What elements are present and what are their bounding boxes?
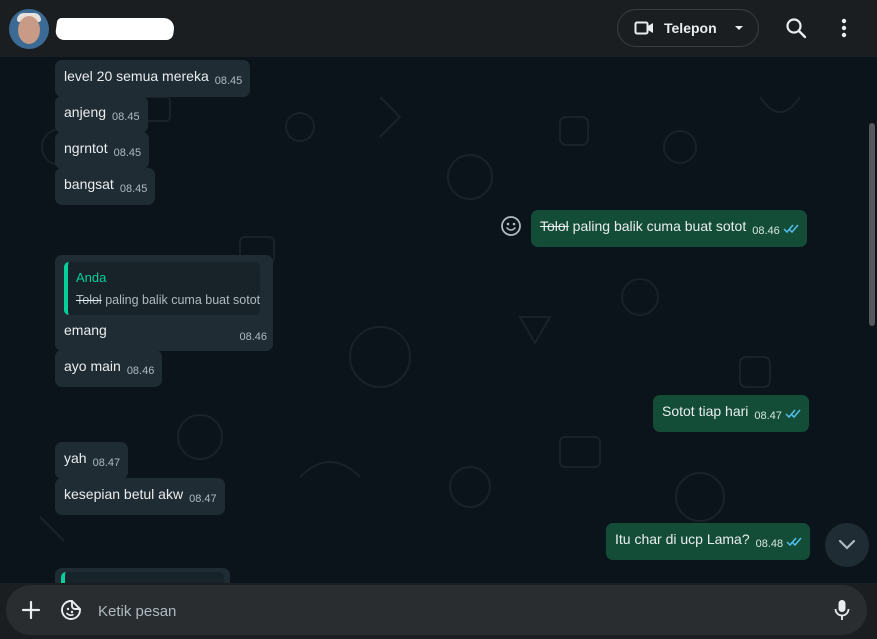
incoming-reply-message[interactable]: Anda Tolol paling balik cuma buat sotot … bbox=[55, 255, 273, 351]
message-input[interactable] bbox=[96, 598, 800, 624]
call-button[interactable]: Telepon bbox=[617, 9, 759, 47]
message-time: 08.45 bbox=[112, 111, 140, 123]
sticker-icon[interactable] bbox=[59, 598, 83, 622]
contact-avatar[interactable] bbox=[9, 9, 49, 49]
message-time: 08.47 bbox=[92, 457, 121, 469]
more-vertical-icon[interactable] bbox=[832, 16, 856, 40]
quoted-rest-text: paling balik cuma buat sotot bbox=[101, 293, 261, 307]
read-ticks-icon bbox=[785, 405, 801, 424]
message-time: 08.46 bbox=[126, 365, 155, 377]
message-text: yah bbox=[64, 450, 87, 466]
message-time: 08.45 bbox=[113, 147, 142, 159]
read-ticks-icon bbox=[783, 220, 799, 239]
quoted-message bbox=[61, 572, 224, 583]
chat-header: Telepon bbox=[0, 0, 877, 57]
contact-name-redaction[interactable] bbox=[54, 18, 176, 40]
incoming-message[interactable]: yah 08.47 bbox=[55, 442, 129, 479]
message-text: ayo main bbox=[64, 358, 121, 374]
search-icon[interactable] bbox=[784, 16, 808, 40]
incoming-message[interactable]: ngrntot 08.45 bbox=[55, 132, 150, 169]
incoming-message[interactable]: anjeng 08.45 bbox=[55, 96, 148, 133]
quoted-text: Tolol paling balik cuma buat sotot bbox=[76, 291, 260, 310]
chevron-down-icon bbox=[733, 24, 745, 32]
message-text: kesepian betul akw bbox=[64, 486, 184, 502]
microphone-icon[interactable] bbox=[830, 598, 854, 622]
outgoing-message[interactable]: Itu char di ucp Lama? 08.48 bbox=[606, 523, 811, 560]
scroll-to-bottom-button[interactable] bbox=[825, 523, 869, 567]
message-text: ngrntot bbox=[64, 140, 108, 156]
outgoing-message[interactable]: Tolol paling balik cuma buat sotot 08.46 bbox=[531, 210, 807, 247]
quoted-message[interactable]: Anda Tolol paling balik cuma buat sotot bbox=[64, 262, 260, 315]
message-time: 08.45 bbox=[214, 75, 243, 87]
message-strike-text: Tolol bbox=[540, 218, 569, 234]
incoming-reply-message-partial[interactable] bbox=[55, 568, 230, 583]
outgoing-message[interactable]: Sotot tiap hari 08.47 bbox=[653, 395, 809, 432]
plus-icon[interactable] bbox=[19, 598, 43, 622]
incoming-message[interactable]: kesepian betul akw 08.47 bbox=[55, 478, 225, 515]
read-ticks-icon bbox=[786, 533, 802, 552]
incoming-message[interactable]: ayo main 08.46 bbox=[55, 350, 163, 387]
message-text: emang bbox=[64, 322, 107, 338]
scrollbar[interactable] bbox=[869, 123, 875, 326]
message-time: 08.48 bbox=[755, 538, 784, 550]
message-time: 08.46 bbox=[239, 331, 267, 343]
incoming-message[interactable]: level 20 semua mereka 08.45 bbox=[55, 60, 251, 97]
message-text: anjeng bbox=[64, 104, 107, 120]
message-time: 08.47 bbox=[754, 410, 782, 422]
message-text: bangsat bbox=[64, 176, 114, 192]
message-text: paling balik cuma buat sotot bbox=[568, 218, 747, 234]
message-text: Itu char di ucp Lama? bbox=[615, 531, 750, 547]
reply-body: emang 08.46 bbox=[64, 321, 267, 347]
composer-pill bbox=[6, 585, 867, 635]
message-text: Sotot tiap hari bbox=[662, 403, 749, 419]
message-text: level 20 semua mereka bbox=[64, 68, 209, 84]
video-camera-icon bbox=[634, 20, 654, 36]
quoted-strike-text: Tolol bbox=[76, 293, 102, 307]
quoted-author: Anda bbox=[76, 270, 107, 285]
chevron-down-icon bbox=[838, 539, 856, 551]
message-time: 08.47 bbox=[189, 493, 217, 505]
incoming-message[interactable]: bangsat 08.45 bbox=[55, 168, 156, 205]
message-list[interactable]: level 20 semua mereka 08.45 anjeng 08.45 n… bbox=[0, 57, 877, 583]
message-time: 08.45 bbox=[119, 183, 148, 195]
avatar-face bbox=[18, 16, 40, 44]
message-time: 08.46 bbox=[752, 225, 780, 237]
composer-bar bbox=[0, 583, 877, 639]
call-button-label: Telepon bbox=[664, 20, 717, 36]
emoji-icon[interactable] bbox=[500, 215, 522, 237]
